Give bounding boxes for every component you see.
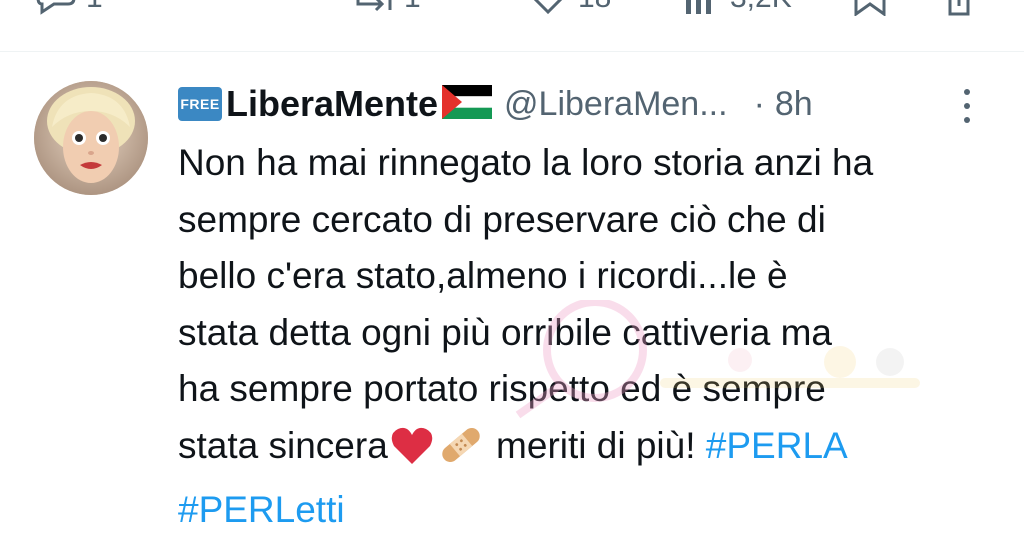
reply-count: 1 — [86, 0, 103, 15]
tweet[interactable]: FREE LiberaMente @LiberaMen... · 8h Non … — [178, 78, 998, 539]
tweet-action-bar: 1 1 18 3,2K — [0, 0, 1024, 28]
tweet-line: bello c'era stato,almeno i ricordi...le … — [178, 255, 788, 296]
views-count: 3,2K — [730, 0, 792, 15]
free-badge: FREE — [178, 87, 222, 121]
heart-icon — [533, 0, 563, 15]
tweet-line-6: stata sincera meriti di più! #PERLA — [178, 418, 978, 483]
reply-button[interactable]: 1 — [34, 0, 103, 16]
retweet-button[interactable]: 1 — [352, 0, 421, 16]
adhesive-bandage-emoji-icon — [438, 424, 484, 483]
tweet-time[interactable]: 8h — [775, 85, 813, 124]
tweet-line: stata detta ogni più orribile cattiveria… — [178, 311, 833, 353]
tweet-line: #PERLetti — [178, 482, 978, 539]
meta-separator: · — [753, 84, 765, 123]
hashtag-link[interactable]: #PERLA — [706, 425, 848, 466]
tweet-line: ha sempre portato rispetto ed è sempre — [178, 368, 826, 409]
tweet-line: sempre cercato di preservare ciò che di — [178, 198, 826, 240]
share-button[interactable] — [944, 0, 974, 16]
user-handle[interactable]: @LiberaMen... — [504, 85, 728, 124]
like-button[interactable]: 18 — [526, 0, 611, 16]
display-name[interactable]: LiberaMente — [226, 83, 438, 125]
tweet-text-segment: meriti di più! — [485, 424, 706, 466]
reply-icon — [36, 0, 76, 15]
retweet-icon — [356, 0, 392, 12]
bookmark-icon — [854, 0, 886, 16]
tweet-text: Non ha mai rinnegato la loro storia anzi… — [178, 135, 978, 539]
tweet-divider — [0, 51, 1024, 52]
tweet-text-segment: stata sincera — [178, 424, 388, 466]
tweet-header: FREE LiberaMente @LiberaMen... · 8h — [178, 78, 998, 130]
views-icon — [686, 0, 711, 14]
avatar[interactable] — [34, 81, 148, 195]
retweet-count: 1 — [404, 0, 421, 15]
more-vertical-icon[interactable] — [962, 86, 972, 126]
palestine-flag-icon — [442, 84, 493, 124]
hashtag-link[interactable]: #PERLetti — [178, 489, 345, 530]
share-icon — [948, 0, 970, 16]
views-button[interactable]: 3,2K — [682, 0, 792, 16]
red-heart-emoji-icon — [390, 426, 434, 483]
avatar-image — [34, 81, 148, 195]
tweet-line: Non ha mai rinnegato la loro storia anzi… — [178, 142, 874, 183]
like-count: 18 — [578, 0, 611, 15]
bookmark-button[interactable] — [850, 0, 890, 16]
